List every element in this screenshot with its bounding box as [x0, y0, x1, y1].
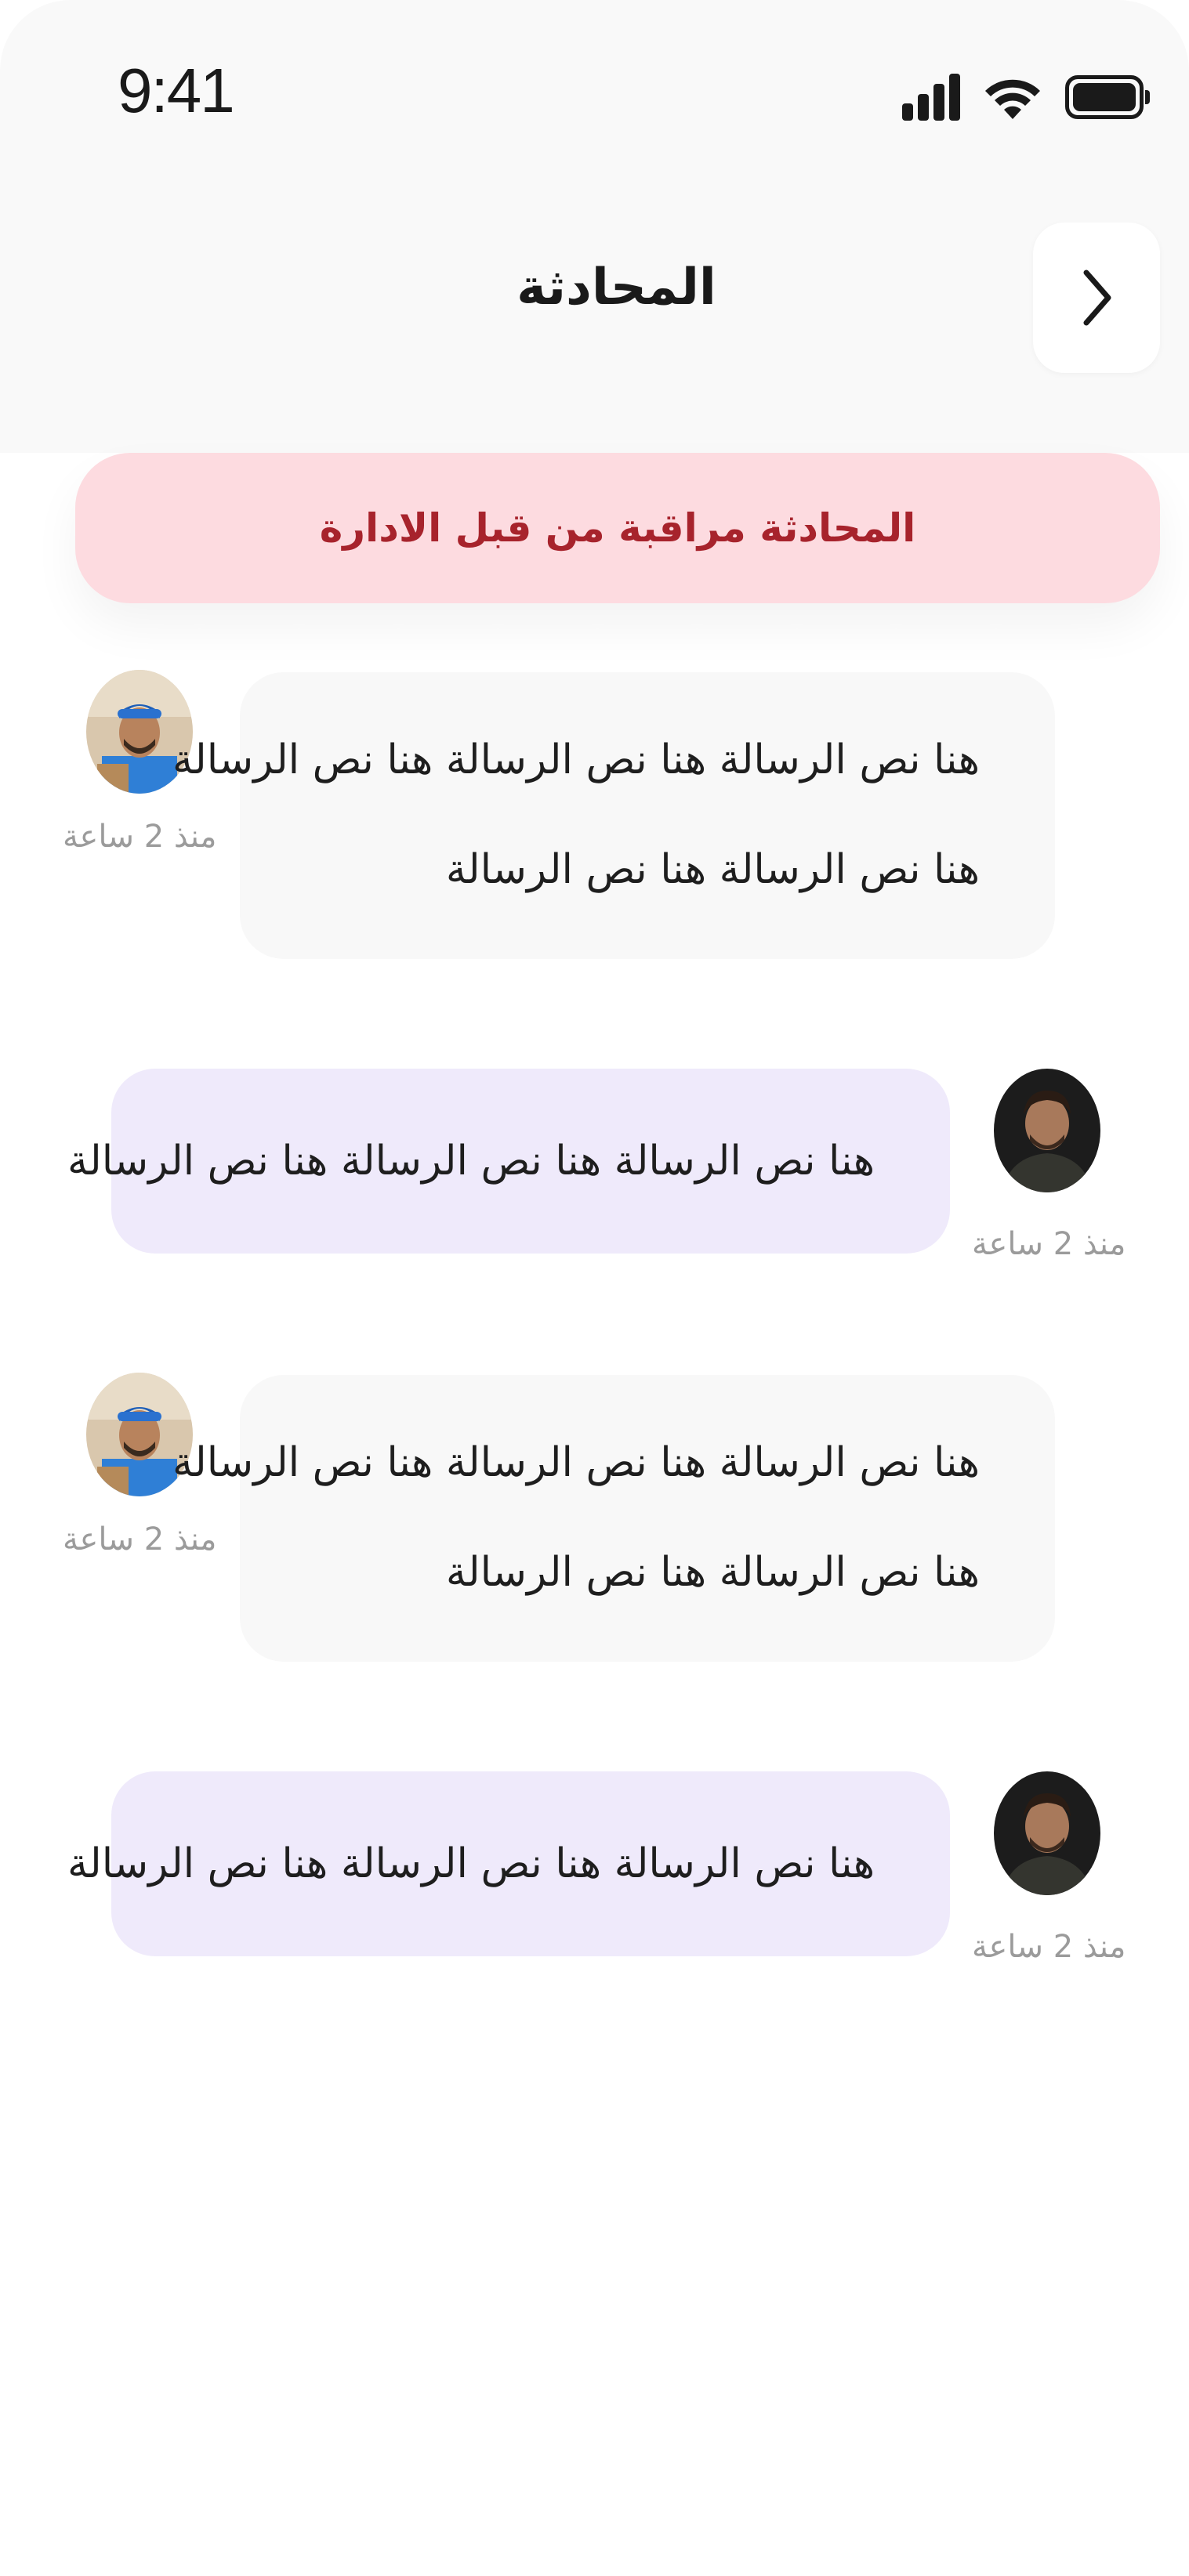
user-avatar[interactable] [994, 1069, 1100, 1192]
message-bubble-received[interactable]: هنا نص الرسالة هنا نص الرسالة هنا نص الر… [172, 1375, 1055, 1662]
message-text: هنا نص الرسالة هنا نص الرسالة هنا نص الر… [67, 1138, 875, 1185]
message-timestamp: منذ 2 ساعة [63, 819, 217, 855]
message-timestamp: منذ 2 ساعة [972, 1929, 1126, 1965]
message-bubble-received[interactable]: هنا نص الرسالة هنا نص الرسالة هنا نص الر… [172, 672, 1055, 959]
monitoring-banner-text: المحادثة مراقبة من قبل الادارة [319, 505, 916, 551]
monitoring-banner: المحادثة مراقبة من قبل الادارة [75, 453, 1160, 603]
user-avatar[interactable] [994, 1771, 1100, 1895]
wifi-icon [985, 79, 1040, 119]
battery-icon [1065, 75, 1150, 119]
signal-icon [902, 74, 960, 121]
message-text: هنا نص الرسالة هنا نص الرسالة [445, 1549, 980, 1596]
message-bubble-sent[interactable]: هنا نص الرسالة هنا نص الرسالة هنا نص الر… [67, 1771, 950, 1956]
status-time: 9:41 [118, 56, 235, 125]
message-timestamp: منذ 2 ساعة [63, 1521, 217, 1558]
message-text: هنا نص الرسالة هنا نص الرسالة هنا نص الر… [67, 1840, 875, 1887]
back-button[interactable] [1033, 223, 1160, 373]
message-text: هنا نص الرسالة هنا نص الرسالة هنا نص الر… [172, 736, 980, 783]
message-timestamp: منذ 2 ساعة [972, 1226, 1126, 1262]
message-text: هنا نص الرسالة هنا نص الرسالة هنا نص الر… [172, 1439, 980, 1486]
message-bubble-sent[interactable]: هنا نص الرسالة هنا نص الرسالة هنا نص الر… [67, 1069, 950, 1254]
status-icons [902, 72, 1150, 122]
page-title: المحادثة [517, 259, 716, 317]
chevron-right-icon [1083, 270, 1111, 326]
message-text: هنا نص الرسالة هنا نص الرسالة [445, 846, 980, 893]
